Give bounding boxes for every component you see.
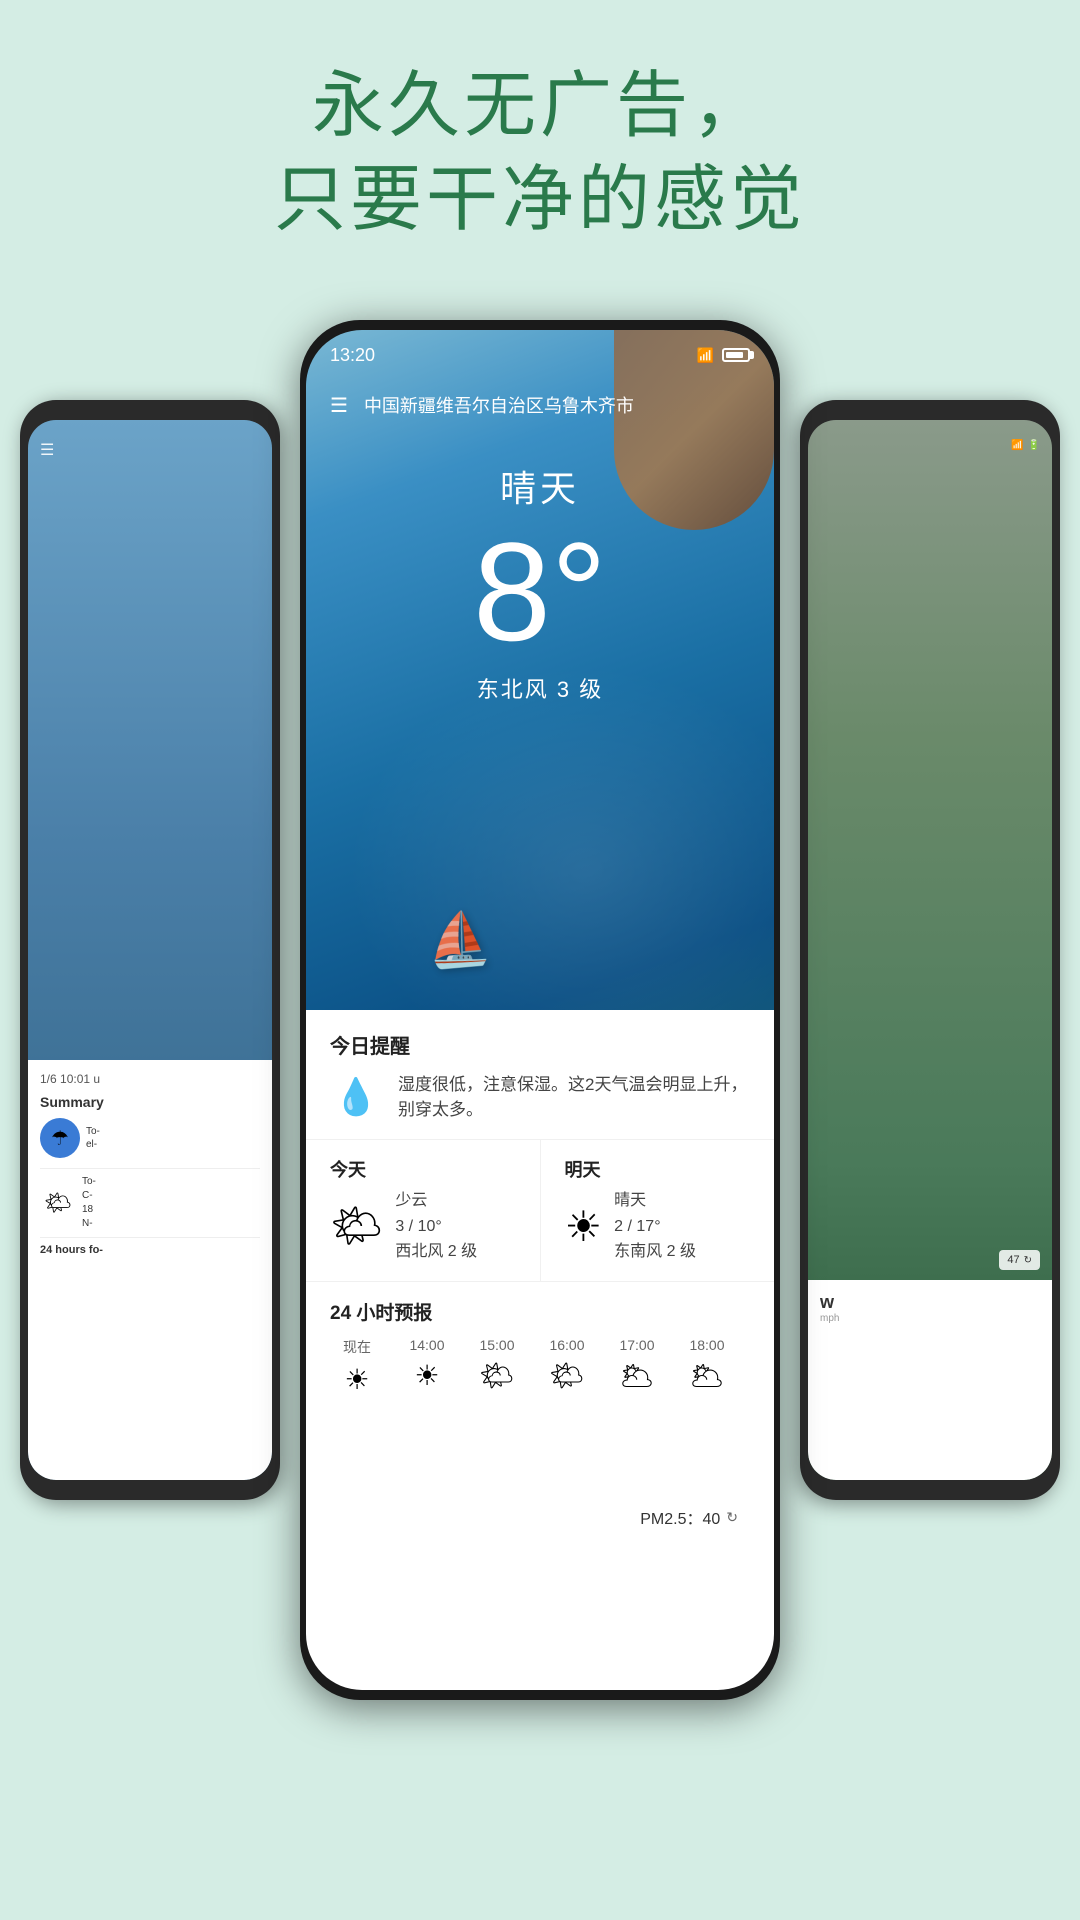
forecast-item-icon: ☀ — [344, 1363, 369, 1396]
header-line1: 永久无广告， — [0, 60, 1080, 154]
status-bar: 13:20 📶 — [306, 330, 774, 380]
phone-right: 📶 🔋 47 ↻ w mph — [800, 400, 1060, 1500]
umbrella-icon: ☂ — [40, 1118, 80, 1158]
refresh-icon-right: ↻ — [1024, 1255, 1032, 1266]
refresh-icon[interactable]: ↻ — [726, 1509, 738, 1526]
today-info: 少云 3 / 10° 西北风 2 级 — [395, 1188, 477, 1265]
today-weather-icon: 🌤 — [330, 1202, 383, 1251]
forecast-item-icon: 🌤 — [479, 1359, 515, 1392]
header-text: 永久无广告， 只要干净的感觉 — [0, 60, 1080, 247]
status-icons: 📶 — [697, 347, 750, 364]
phone-right-status: 📶 🔋 — [820, 440, 1040, 451]
forecast-item-time: 15:00 — [479, 1337, 514, 1353]
today-weather-row: 🌤 少云 3 / 10° 西北风 2 级 — [330, 1188, 516, 1265]
phone-left: ☰ 1/6 10:01 u Summary ☂ To- el- 🌤 To- — [20, 400, 280, 1500]
weather-condition: 晴天 — [306, 460, 774, 512]
forecast-item-icon: 🌥 — [619, 1359, 655, 1392]
forecast-title: 24 小时预报 — [330, 1298, 750, 1325]
weather-wind: 东北风 3 级 — [306, 672, 774, 704]
pm-value: PM2.5：40 — [640, 1505, 720, 1529]
forecast-item: 14:00 ☀ — [400, 1337, 454, 1396]
reminder-text: 湿度很低，注意保湿。这2天气温会明显上升，别穿太多。 — [398, 1072, 750, 1123]
forecast-item-icon: 🌤 — [549, 1359, 585, 1392]
weather-main: 晴天 8° 东北风 3 级 — [306, 460, 774, 704]
phone-right-bottom: w mph — [808, 1280, 1052, 1480]
tomorrow-label: 明天 — [565, 1156, 751, 1182]
left-date: 1/6 10:01 u — [40, 1072, 260, 1086]
left-today-row: 🌤 To- C- 18 N- — [40, 1175, 260, 1231]
forecast-24h: 24 小时预报 现在 ☀ 14:00 ☀ 15:00 🌤 16:00 🌤 17:… — [306, 1282, 774, 1396]
forecast-item: 15:00 🌤 — [470, 1337, 524, 1396]
today-label: 今天 — [330, 1156, 516, 1182]
menu-icon[interactable]: ☰ — [330, 393, 348, 418]
phone-left-bottom: 1/6 10:01 u Summary ☂ To- el- 🌤 To- C- 1… — [28, 1060, 272, 1480]
left-summary-title: Summary — [40, 1094, 260, 1110]
tomorrow-weather-row: ☀ 晴天 2 / 17° 东南风 2 级 — [565, 1188, 751, 1265]
today-tomorrow-section: 今天 🌤 少云 3 / 10° 西北风 2 级 明天 — [306, 1140, 774, 1282]
forecast-item-time: 14:00 — [409, 1337, 444, 1353]
reminder-title: 今日提醒 — [330, 1030, 750, 1059]
right-mph: mph — [820, 1313, 1040, 1324]
forecast-item-time: 现在 — [343, 1337, 371, 1357]
forecast-item: 17:00 🌥 — [610, 1337, 664, 1396]
pm-badge[interactable]: PM2.5：40 ↻ — [628, 1499, 750, 1535]
phone-main: ⛵ 13:20 📶 ☰ 中国新疆维吾尔自治区乌鲁木齐市 晴天 — [300, 320, 780, 1700]
phone-left-screen: ☰ 1/6 10:01 u Summary ☂ To- el- 🌤 To- — [28, 420, 272, 1480]
publish-time: 5-22 13:20 发布 — [330, 1511, 443, 1535]
sun-icon-small: 🌤 — [40, 1185, 76, 1221]
header-line2: 只要干净的感觉 — [0, 154, 1080, 248]
today-reminder: 今日提醒 💧 湿度很低，注意保湿。这2天气温会明显上升，别穿太多。 — [306, 1010, 774, 1140]
forecast-item-time: 16:00 — [549, 1337, 584, 1353]
phones-container: ☰ 1/6 10:01 u Summary ☂ To- el- 🌤 To- — [0, 320, 1080, 1920]
forecast-item-time: 18:00 — [689, 1337, 724, 1353]
status-time: 13:20 — [330, 345, 375, 366]
forecast-item: 18:00 🌥 — [680, 1337, 734, 1396]
water-drop-icon: 💧 — [330, 1071, 382, 1123]
tomorrow-info: 晴天 2 / 17° 东南风 2 级 — [614, 1188, 696, 1265]
left-umbrella-row: ☂ To- el- — [40, 1118, 260, 1158]
left-today-info: To- C- 18 N- — [82, 1175, 96, 1231]
forecast-item: 现在 ☀ — [330, 1337, 384, 1396]
tomorrow-section: 明天 ☀ 晴天 2 / 17° 东南风 2 级 — [541, 1140, 775, 1281]
forecast-item-time: 17:00 — [619, 1337, 654, 1353]
weather-temperature: 8° — [306, 522, 774, 662]
top-nav: ☰ 中国新疆维吾尔自治区乌鲁木齐市 — [306, 380, 774, 430]
boat-icon: ⛵ — [423, 906, 493, 972]
city-name: 中国新疆维吾尔自治区乌鲁木齐市 — [364, 392, 634, 418]
left-24h: 24 hours fo- — [40, 1244, 260, 1256]
wifi-icon: 📶 — [697, 347, 714, 364]
content-area: 今日提醒 💧 湿度很低，注意保湿。这2天气温会明显上升，别穿太多。 今天 🌤 — [306, 1010, 774, 1690]
right-pm-badge: 47 ↻ — [999, 1250, 1040, 1270]
forecast-item-icon: 🌥 — [689, 1359, 725, 1392]
phone-main-screen: ⛵ 13:20 📶 ☰ 中国新疆维吾尔自治区乌鲁木齐市 晴天 — [306, 330, 774, 1690]
forecast-item: 16:00 🌤 — [540, 1337, 594, 1396]
tomorrow-weather-icon: ☀ — [565, 1202, 603, 1251]
forecast-scroll[interactable]: 现在 ☀ 14:00 ☀ 15:00 🌤 16:00 🌤 17:00 🌥 18:… — [330, 1337, 750, 1396]
reminder-content: 💧 湿度很低，注意保湿。这2天气温会明显上升，别穿太多。 — [330, 1071, 750, 1123]
phone-right-screen: 📶 🔋 47 ↻ w mph — [808, 420, 1052, 1480]
right-temp: w — [820, 1292, 1040, 1313]
forecast-item-icon: ☀ — [414, 1359, 439, 1392]
battery-icon — [722, 348, 750, 362]
umbrella-text: To- el- — [86, 1125, 100, 1151]
today-section: 今天 🌤 少云 3 / 10° 西北风 2 级 — [306, 1140, 541, 1281]
ocean-background: ⛵ — [306, 330, 774, 1110]
